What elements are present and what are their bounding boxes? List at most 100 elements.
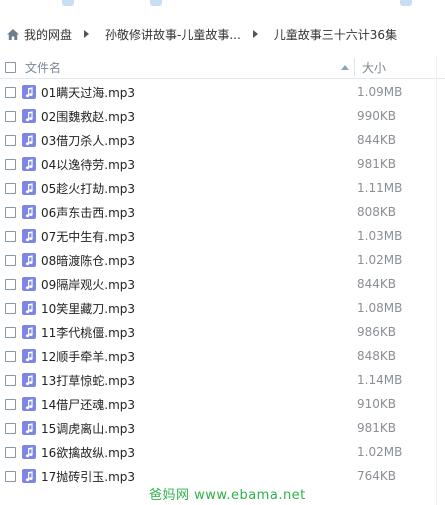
music-note-icon: [22, 109, 36, 123]
music-note-icon: [22, 349, 36, 363]
file-row[interactable]: 04以逸待劳.mp3 981KB: [0, 152, 445, 176]
file-checkbox[interactable]: [5, 158, 16, 170]
file-checkbox[interactable]: [5, 422, 16, 434]
file-row[interactable]: 08暗渡陈仓.mp3 1.02MB: [0, 248, 445, 272]
file-name[interactable]: 04以逸待劳.mp3: [41, 156, 353, 173]
music-note-icon: [22, 205, 36, 219]
column-divider[interactable]: [354, 58, 355, 76]
file-size: 808KB: [357, 205, 397, 219]
sort-ascending-icon[interactable]: [341, 64, 349, 70]
toolbar-fragment: [400, 0, 412, 6]
file-row[interactable]: 15调虎离山.mp3 981KB: [0, 416, 445, 440]
file-size: 1.02MB: [357, 445, 403, 459]
file-checkbox[interactable]: [5, 374, 16, 386]
column-header-size[interactable]: 大小: [362, 59, 386, 76]
breadcrumb-item-current-folder[interactable]: 儿童故事三十六计36集: [274, 26, 397, 43]
file-name[interactable]: 05趁火打劫.mp3: [41, 180, 353, 197]
file-checkbox[interactable]: [5, 206, 16, 218]
file-size: 981KB: [357, 157, 397, 171]
file-name[interactable]: 02围魏救赵.mp3: [41, 108, 353, 125]
file-size: 1.02MB: [357, 253, 403, 267]
breadcrumb-separator-icon: [84, 30, 90, 38]
music-note-icon: [22, 85, 36, 99]
file-name[interactable]: 01瞒天过海.mp3: [41, 84, 353, 101]
file-size: 1.09MB: [357, 85, 403, 99]
music-note-icon: [22, 397, 36, 411]
file-name[interactable]: 13打草惊蛇.mp3: [41, 372, 353, 389]
file-size: 1.11MB: [357, 181, 403, 195]
file-checkbox[interactable]: [5, 254, 16, 266]
file-name[interactable]: 17抛砖引玉.mp3: [41, 468, 353, 485]
file-checkbox[interactable]: [5, 134, 16, 146]
file-name[interactable]: 15调虎离山.mp3: [41, 420, 353, 437]
file-name[interactable]: 06声东击西.mp3: [41, 204, 353, 221]
music-note-icon: [22, 229, 36, 243]
file-name[interactable]: 07无中生有.mp3: [41, 228, 353, 245]
file-size: 1.14MB: [357, 373, 403, 387]
music-note-icon: [22, 445, 36, 459]
file-row[interactable]: 02围魏救赵.mp3 990KB: [0, 104, 445, 128]
file-row[interactable]: 11李代桃僵.mp3 986KB: [0, 320, 445, 344]
file-row[interactable]: 03借刀杀人.mp3 844KB: [0, 128, 445, 152]
music-note-icon: [22, 277, 36, 291]
file-size: 844KB: [357, 277, 397, 291]
file-name[interactable]: 16欲擒故纵.mp3: [41, 444, 353, 461]
file-row[interactable]: 14借尸还魂.mp3 910KB: [0, 392, 445, 416]
music-note-icon: [22, 421, 36, 435]
file-checkbox[interactable]: [5, 398, 16, 410]
file-checkbox[interactable]: [5, 110, 16, 122]
file-name[interactable]: 11李代桃僵.mp3: [41, 324, 353, 341]
breadcrumb-separator-icon: [252, 30, 258, 38]
file-name[interactable]: 09隔岸观火.mp3: [41, 276, 353, 293]
file-row[interactable]: 06声东击西.mp3 808KB: [0, 200, 445, 224]
file-size: 990KB: [357, 109, 397, 123]
file-row[interactable]: 16欲擒故纵.mp3 1.02MB: [0, 440, 445, 464]
file-size: 981KB: [357, 421, 397, 435]
file-size: 986KB: [357, 325, 397, 339]
file-list-header: 文件名 大小: [0, 56, 445, 79]
file-size: 1.08MB: [357, 301, 403, 315]
toolbar-fragment: [150, 0, 162, 6]
file-checkbox[interactable]: [5, 446, 16, 458]
file-row[interactable]: 12顺手牵羊.mp3 848KB: [0, 344, 445, 368]
file-name[interactable]: 08暗渡陈仓.mp3: [41, 252, 353, 269]
file-size: 848KB: [357, 349, 397, 363]
music-note-icon: [22, 181, 36, 195]
top-strip: [0, 0, 445, 16]
music-note-icon: [22, 253, 36, 267]
file-row[interactable]: 09隔岸观火.mp3 844KB: [0, 272, 445, 296]
file-name[interactable]: 14借尸还魂.mp3: [41, 396, 353, 413]
file-row[interactable]: 01瞒天过海.mp3 1.09MB: [0, 80, 445, 104]
file-checkbox[interactable]: [5, 86, 16, 98]
breadcrumb-item-parent-folder[interactable]: 孙敬修讲故事-儿童故事...: [105, 26, 241, 43]
file-checkbox[interactable]: [5, 182, 16, 194]
file-row[interactable]: 13打草惊蛇.mp3 1.14MB: [0, 368, 445, 392]
file-row[interactable]: 05趁火打劫.mp3 1.11MB: [0, 176, 445, 200]
breadcrumb-item-my-disk[interactable]: 我的网盘: [24, 26, 72, 43]
file-name[interactable]: 03借刀杀人.mp3: [41, 132, 353, 149]
music-note-icon: [22, 157, 36, 171]
toolbar-fragment: [62, 0, 74, 6]
file-checkbox[interactable]: [5, 326, 16, 338]
file-name[interactable]: 12顺手牵羊.mp3: [41, 348, 353, 365]
home-icon[interactable]: [6, 27, 20, 41]
file-row[interactable]: 07无中生有.mp3 1.03MB: [0, 224, 445, 248]
music-note-icon: [22, 469, 36, 483]
file-size: 844KB: [357, 133, 397, 147]
music-note-icon: [22, 133, 36, 147]
file-checkbox[interactable]: [5, 350, 16, 362]
breadcrumb: 我的网盘 孙敬修讲故事-儿童故事... 儿童故事三十六计36集: [0, 20, 445, 48]
file-checkbox[interactable]: [5, 230, 16, 242]
file-row[interactable]: 10笑里藏刀.mp3 1.08MB: [0, 296, 445, 320]
file-list: 01瞒天过海.mp3 1.09MB 02围魏救赵.mp3 990KB 03借刀杀人.mp…: [0, 80, 445, 488]
file-checkbox[interactable]: [5, 470, 16, 482]
select-all-checkbox[interactable]: [5, 61, 16, 73]
watermark: 爸妈网 www.ebama.net: [149, 488, 306, 503]
file-checkbox[interactable]: [5, 302, 16, 314]
music-note-icon: [22, 325, 36, 339]
file-size: 910KB: [357, 397, 397, 411]
file-size: 764KB: [357, 469, 397, 483]
file-checkbox[interactable]: [5, 278, 16, 290]
file-name[interactable]: 10笑里藏刀.mp3: [41, 300, 353, 317]
column-header-filename[interactable]: 文件名: [25, 59, 337, 76]
